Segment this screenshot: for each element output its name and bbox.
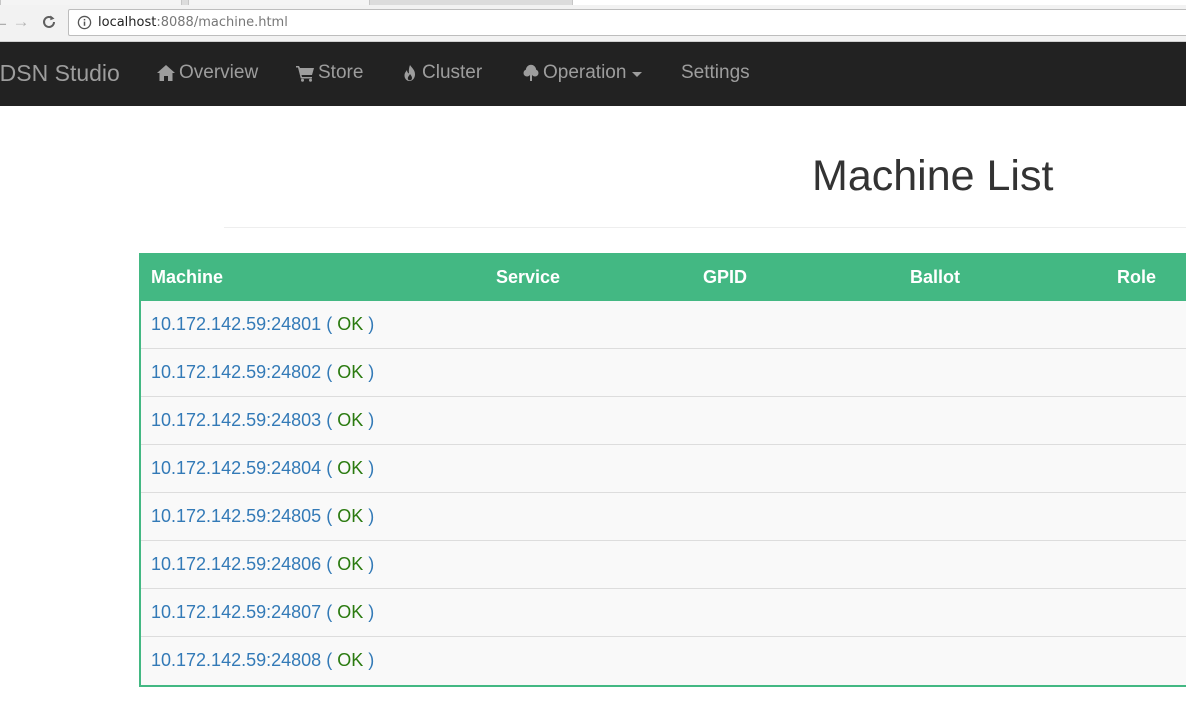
navbar-brand[interactable]: rDSN Studio xyxy=(0,60,120,87)
paren-close: ) xyxy=(368,458,375,478)
status-text: OK xyxy=(337,362,364,382)
table-row: 10.172.142.59:24806 ( OK ) xyxy=(141,541,1186,589)
status-text: OK xyxy=(337,506,364,526)
paren-open: ( xyxy=(326,458,333,478)
title-divider xyxy=(224,227,1186,228)
machine-cell: 10.172.142.59:24801 ( OK ) xyxy=(151,314,374,335)
status-text: OK xyxy=(337,650,364,670)
paren-open: ( xyxy=(326,554,333,574)
nav-store-label: Store xyxy=(318,62,364,83)
table-row: 10.172.142.59:24805 ( OK ) xyxy=(141,493,1186,541)
nav-cluster[interactable]: Cluster xyxy=(401,62,482,84)
status-text: OK xyxy=(337,554,364,574)
table-row: 10.172.142.59:24801 ( OK ) xyxy=(141,301,1186,349)
machine-cell: 10.172.142.59:24806 ( OK ) xyxy=(151,554,374,575)
nav-overview[interactable]: Overview xyxy=(156,62,258,84)
paren-close: ) xyxy=(368,362,375,382)
paren-open: ( xyxy=(326,506,333,526)
home-icon xyxy=(157,65,175,81)
machine-link[interactable]: 10.172.142.59:24802 xyxy=(151,362,321,382)
machine-link[interactable]: 10.172.142.59:24801 xyxy=(151,314,321,334)
machine-cell: 10.172.142.59:24803 ( OK ) xyxy=(151,410,374,431)
status-text: OK xyxy=(337,410,364,430)
browser-toolbar: ← → localhost:8088/machine.html xyxy=(0,5,1186,42)
table-row: 10.172.142.59:24807 ( OK ) xyxy=(141,589,1186,637)
url-text: localhost:8088/machine.html xyxy=(98,15,288,30)
table-body: 10.172.142.59:24801 ( OK ) 10.172.142.59… xyxy=(141,301,1186,685)
reload-icon[interactable] xyxy=(38,11,60,33)
forward-icon[interactable]: → xyxy=(10,11,32,33)
table-header: Machine Service GPID Ballot Role xyxy=(139,253,1186,301)
nav-settings-label: Settings xyxy=(681,62,750,83)
table-row: 10.172.142.59:24803 ( OK ) xyxy=(141,397,1186,445)
machine-link[interactable]: 10.172.142.59:24807 xyxy=(151,602,321,622)
machine-link[interactable]: 10.172.142.59:24808 xyxy=(151,650,321,670)
fire-icon xyxy=(404,65,415,81)
info-icon[interactable] xyxy=(77,15,92,30)
address-bar[interactable]: localhost:8088/machine.html xyxy=(68,9,1186,36)
table-row: 10.172.142.59:24802 ( OK ) xyxy=(141,349,1186,397)
paren-open: ( xyxy=(326,362,333,382)
nav-operation-label: Operation xyxy=(543,62,627,83)
machine-cell: 10.172.142.59:24808 ( OK ) xyxy=(151,650,374,671)
machine-cell: 10.172.142.59:24802 ( OK ) xyxy=(151,362,374,383)
nav-operation-dropdown[interactable]: Operation xyxy=(522,62,643,84)
column-header-gpid: GPID xyxy=(703,267,748,287)
status-text: OK xyxy=(337,314,364,334)
nav-store[interactable]: Store xyxy=(296,62,363,84)
machine-link[interactable]: 10.172.142.59:24805 xyxy=(151,506,321,526)
machine-cell: 10.172.142.59:24804 ( OK ) xyxy=(151,458,374,479)
nav-cluster-label: Cluster xyxy=(422,62,483,83)
status-text: OK xyxy=(337,602,364,622)
machine-link[interactable]: 10.172.142.59:24803 xyxy=(151,410,321,430)
machine-table: Machine Service GPID Ballot Role 10.172.… xyxy=(139,253,1186,687)
column-header-machine: Machine xyxy=(151,267,224,287)
status-text: OK xyxy=(337,458,364,478)
nav-settings[interactable]: Settings xyxy=(681,62,750,84)
column-header-role: Role xyxy=(1117,267,1157,287)
table-row: 10.172.142.59:24808 ( OK ) xyxy=(141,637,1186,685)
top-navbar: rDSN Studio Overview Store Cluster Opera… xyxy=(0,42,1186,106)
machine-cell: 10.172.142.59:24805 ( OK ) xyxy=(151,506,374,527)
paren-close: ) xyxy=(368,554,375,574)
paren-close: ) xyxy=(368,314,375,334)
column-header-service: Service xyxy=(496,267,561,287)
page-title: Machine List xyxy=(812,152,1054,200)
paren-close: ) xyxy=(368,410,375,430)
machine-link[interactable]: 10.172.142.59:24804 xyxy=(151,458,321,478)
machine-link[interactable]: 10.172.142.59:24806 xyxy=(151,554,321,574)
table-row: 10.172.142.59:24804 ( OK ) xyxy=(141,445,1186,493)
chevron-down-icon xyxy=(632,72,643,77)
paren-close: ) xyxy=(368,650,375,670)
paren-close: ) xyxy=(368,602,375,622)
shopping-cart-icon xyxy=(296,66,314,82)
column-header-ballot: Ballot xyxy=(910,267,961,287)
nav-overview-label: Overview xyxy=(179,62,259,83)
tree-icon xyxy=(523,64,539,81)
paren-open: ( xyxy=(326,314,333,334)
paren-open: ( xyxy=(326,650,333,670)
paren-close: ) xyxy=(368,506,375,526)
paren-open: ( xyxy=(326,602,333,622)
machine-cell: 10.172.142.59:24807 ( OK ) xyxy=(151,602,374,623)
paren-open: ( xyxy=(326,410,333,430)
